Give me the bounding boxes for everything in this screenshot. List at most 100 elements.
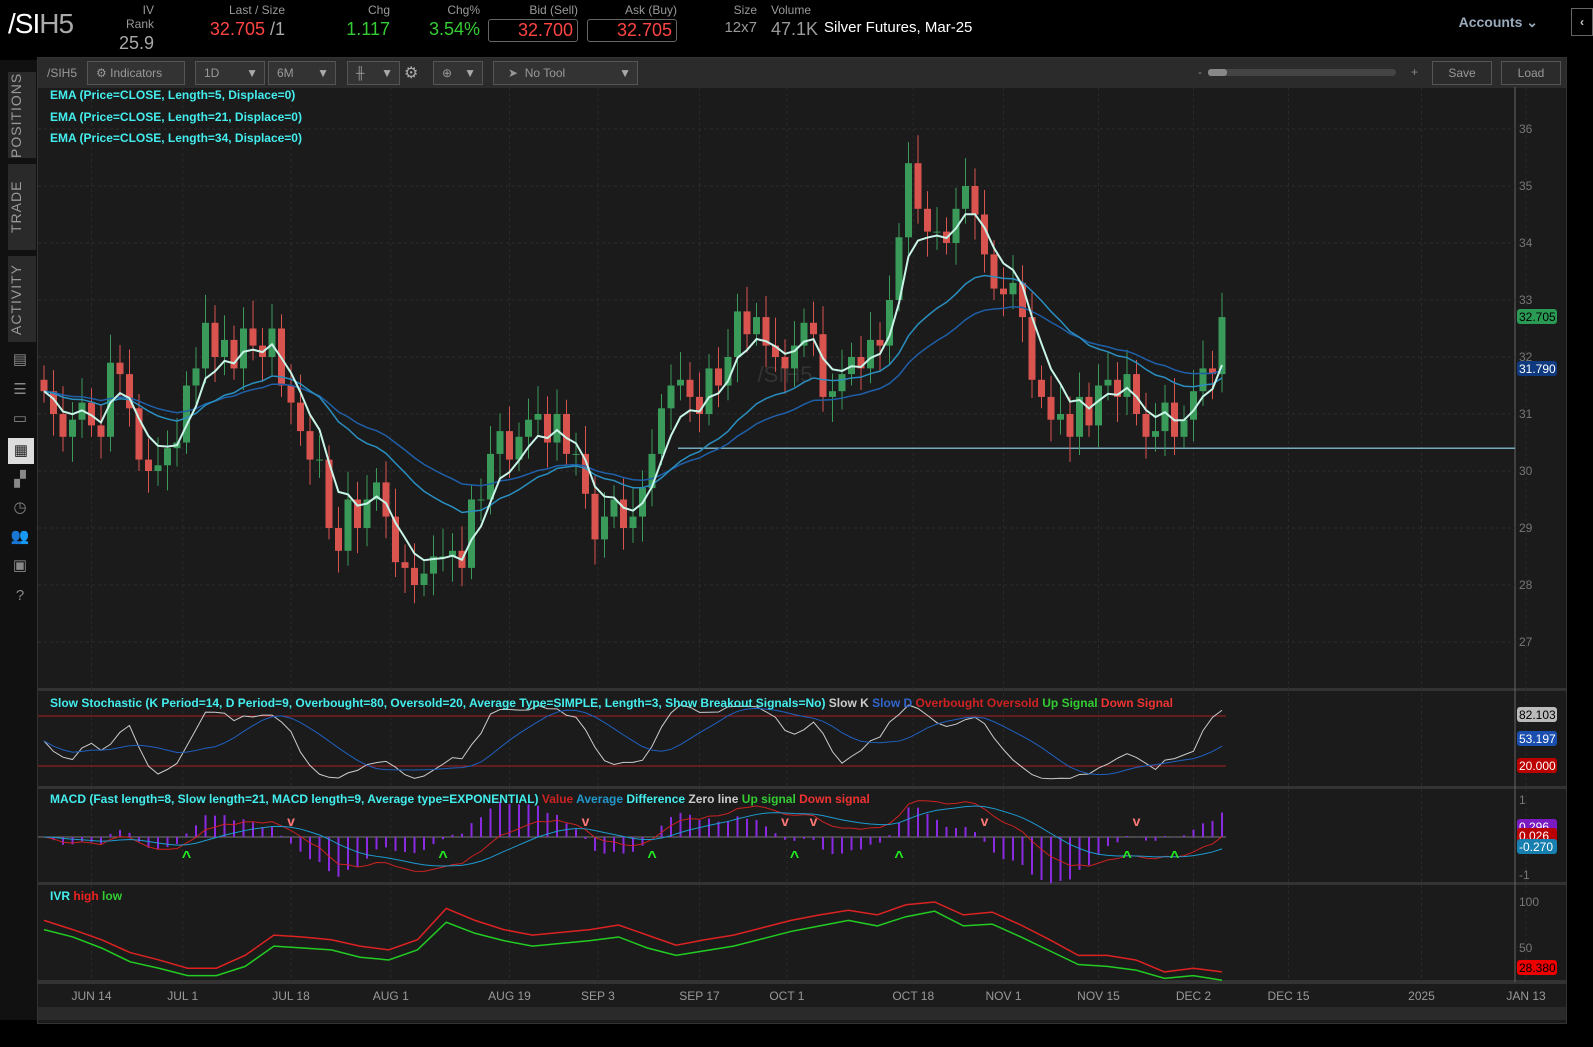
ema21-line — [43, 274, 1223, 514]
horizontal-scrollbar — [38, 1007, 1566, 1020]
date-tick: NOV 1 — [985, 989, 1021, 1003]
candle-up — [468, 499, 475, 568]
candle-down — [1047, 396, 1055, 420]
ema5-label: EMA (Price=CLOSE, Length=5, Displace=0) — [50, 88, 296, 102]
date-tick: JUN 14 — [71, 989, 111, 1003]
stoch-legend: Slow Stochastic (K Period=14, D Period=9… — [50, 696, 1173, 710]
date-tick: AUG 19 — [488, 989, 531, 1003]
up-signal-icon: ^ — [894, 849, 903, 866]
slow-k-label: 82.103 — [1519, 708, 1556, 722]
date-tick: DEC 2 — [1176, 989, 1212, 1003]
slow-d-label: 53.197 — [1519, 732, 1556, 746]
up-signal-icon: ^ — [438, 849, 447, 866]
candle-down — [715, 368, 722, 386]
candle-down — [819, 334, 827, 397]
candle-down — [145, 459, 152, 471]
ema34-line — [43, 306, 1223, 487]
up-signal-icon: ^ — [647, 849, 656, 866]
candle-up — [1161, 402, 1169, 432]
pane-divider — [38, 688, 1566, 691]
candle-down — [411, 567, 418, 585]
candle-up — [1152, 431, 1159, 437]
candle-up — [344, 499, 352, 551]
candle-down — [506, 431, 513, 460]
candle-up — [553, 414, 561, 443]
ivr-tick: 100 — [1519, 895, 1539, 909]
candle-up — [753, 317, 760, 335]
candle-up — [525, 419, 532, 437]
candle-up — [477, 499, 485, 501]
candle-up — [905, 163, 912, 238]
down-signal-icon: v — [582, 813, 590, 829]
candle-down — [1085, 396, 1093, 426]
candle-down — [591, 493, 599, 540]
down-signal-icon: v — [1133, 813, 1141, 829]
candle-up — [487, 453, 494, 500]
candle-up — [838, 374, 846, 392]
candle-up — [316, 459, 323, 461]
candle-up — [629, 516, 637, 528]
candle-up — [154, 465, 162, 471]
candle-up — [240, 328, 247, 369]
candle-down — [563, 414, 570, 454]
pane-divider — [38, 786, 1566, 789]
candle-down — [59, 414, 67, 437]
down-signal-icon: v — [810, 813, 818, 829]
candle-down — [914, 163, 922, 209]
down-signal-icon: v — [781, 813, 789, 829]
date-tick: SEP 3 — [581, 989, 615, 1003]
candle-down — [382, 482, 390, 517]
macd-average-label: -0.270 — [1519, 840, 1553, 854]
candle-up — [867, 339, 874, 369]
ema34-label: EMA (Price=CLOSE, Length=34, Displace=0) — [50, 131, 302, 145]
candle-down — [97, 425, 105, 437]
candle-down — [1142, 414, 1150, 437]
ivr-label: 28.380 — [1519, 961, 1556, 975]
slow-d-line — [43, 707, 1223, 776]
candle-down — [40, 379, 48, 392]
pane-divider — [38, 882, 1566, 885]
candle-up — [610, 499, 618, 517]
pane-divider — [38, 980, 1566, 984]
candle-down — [686, 379, 694, 397]
candle-down — [116, 362, 124, 375]
down-signal-icon: v — [981, 813, 989, 829]
candle-down — [990, 254, 998, 289]
date-tick: OCT 18 — [892, 989, 934, 1003]
candle-up — [496, 431, 504, 454]
candle-up — [1104, 379, 1112, 386]
candle-down — [924, 208, 931, 232]
candle-down — [810, 322, 817, 335]
date-tick: 2025 — [1408, 989, 1435, 1003]
last-price-label: 32.705 — [1519, 310, 1556, 324]
chart-canvas[interactable]: 36353433323130292827JUN 14 JUL 1 JUL 18 AUG… — [0, 0, 1593, 1047]
candle-down — [401, 562, 409, 568]
macd-legend: MACD (Fast length=8, Slow length=21, MAC… — [50, 792, 870, 806]
candle-up — [933, 231, 941, 233]
up-signal-icon: ^ — [1170, 849, 1179, 866]
date-tick: JUL 1 — [167, 989, 198, 1003]
oversold-label: 20.000 — [1519, 759, 1556, 773]
ivr-legend: IVR high low — [50, 889, 123, 903]
candle-down — [135, 408, 143, 460]
date-tick: DEC 15 — [1267, 989, 1309, 1003]
up-signal-icon: ^ — [790, 849, 799, 866]
macd-tick: -1 — [1519, 868, 1530, 882]
ivr-low-line — [43, 910, 1223, 981]
candle-down — [971, 186, 979, 215]
candle-up — [1009, 282, 1017, 295]
candle-up — [677, 379, 684, 386]
date-tick: JUL 18 — [272, 989, 310, 1003]
candle-down — [297, 402, 304, 432]
up-signal-icon: ^ — [1122, 849, 1131, 866]
candle-down — [249, 328, 257, 346]
down-signal-icon: v — [287, 813, 295, 829]
candle-up — [221, 339, 228, 357]
candle-up — [829, 391, 836, 397]
candle-up — [1095, 385, 1102, 426]
candle-down — [211, 322, 219, 357]
candle-up — [1123, 374, 1131, 397]
candle-up — [1199, 368, 1207, 392]
candle-up — [69, 419, 76, 437]
date-tick: AUG 1 — [373, 989, 409, 1003]
